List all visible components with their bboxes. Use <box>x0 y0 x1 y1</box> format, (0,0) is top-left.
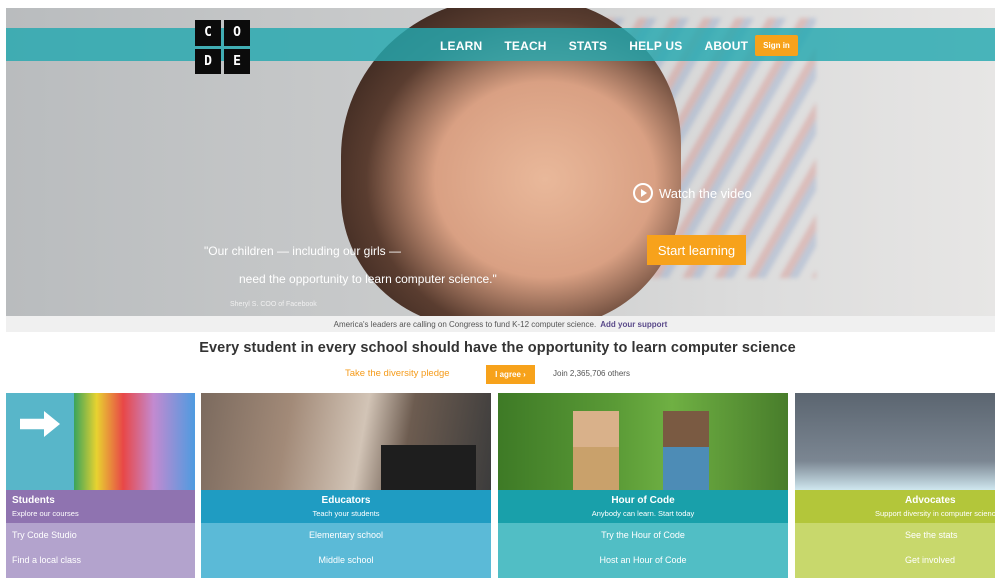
play-icon <box>633 183 653 203</box>
nav-teach[interactable]: TEACH <box>504 39 546 53</box>
watch-video-label: Watch the video <box>659 185 752 201</box>
tile-header[interactable]: Students Explore our courses <box>6 490 195 523</box>
tile-link[interactable]: Middle school <box>201 548 491 573</box>
hero-banner: C O D E LEARN TEACH STATS HELP US ABOUT … <box>6 8 995 316</box>
minecraft-character <box>573 411 619 490</box>
nav-about[interactable]: ABOUT <box>704 39 748 53</box>
hero-quote-line1: "Our children — including our girls — <box>204 244 402 258</box>
tile-educators: Educators Teach your students Elementary… <box>201 393 491 578</box>
tile-hour-of-code: Hour of Code Anybody can learn. Start to… <box>498 393 788 578</box>
tile-link[interactable]: See the stats <box>795 523 995 548</box>
logo-letter: O <box>224 20 250 46</box>
advocates-map-image[interactable] <box>795 393 995 490</box>
tile-link[interactable]: Elementary school <box>201 523 491 548</box>
tile-advocates: Advocates Support diversity in computer … <box>795 393 995 578</box>
logo-letter: C <box>195 20 221 46</box>
tile-header[interactable]: Hour of Code Anybody can learn. Start to… <box>498 490 788 523</box>
tile-title: Students <box>12 495 55 506</box>
tile-links: Elementary school Middle school <box>201 523 491 578</box>
main-nav: LEARN TEACH STATS HELP US ABOUT <box>440 29 748 62</box>
tile-link[interactable]: Get involved <box>795 548 995 573</box>
sign-in-button[interactable]: Sign in <box>755 35 798 56</box>
pledge-count: Join 2,365,706 others <box>553 369 630 378</box>
nav-stats[interactable]: STATS <box>569 39 608 53</box>
tile-link[interactable]: Try the Hour of Code <box>498 523 788 548</box>
add-support-link[interactable]: Add your support <box>600 320 667 329</box>
tile-header[interactable]: Advocates Support diversity in computer … <box>795 490 995 523</box>
nav-help-us[interactable]: HELP US <box>629 39 682 53</box>
diversity-pledge-link[interactable]: Take the diversity pledge <box>345 368 450 379</box>
hero-attribution: Sheryl S. COO of Facebook <box>230 301 317 308</box>
tile-subtitle: Teach your students <box>312 509 380 518</box>
announcement-text: America's leaders are calling on Congres… <box>333 319 597 329</box>
tile-links: Try the Hour of Code Host an Hour of Cod… <box>498 523 788 578</box>
watch-video-link[interactable]: Watch the video <box>633 183 752 203</box>
announcement-bar: America's leaders are calling on Congres… <box>6 316 995 332</box>
logo-letter: D <box>195 48 221 74</box>
tile-links: Try Code Studio Find a local class <box>6 523 195 578</box>
start-learning-button[interactable]: Start learning <box>647 235 746 265</box>
hour-of-code-image[interactable] <box>498 393 788 490</box>
educators-image[interactable] <box>201 393 491 495</box>
tile-title: Advocates <box>905 495 956 506</box>
nav-learn[interactable]: LEARN <box>440 39 482 53</box>
arrow-illustration <box>20 411 60 437</box>
tile-subtitle: Support diversity in computer science <box>875 509 995 518</box>
minecraft-character <box>663 411 709 490</box>
tile-links: See the stats Get involved <box>795 523 995 578</box>
hero-quote-line2: need the opportunity to learn computer s… <box>239 272 497 286</box>
tile-link[interactable]: Try Code Studio <box>6 523 195 548</box>
i-agree-button[interactable]: I agree › <box>486 365 535 384</box>
tile-header[interactable]: Educators Teach your students <box>201 490 491 523</box>
tile-subtitle: Explore our courses <box>12 509 79 518</box>
logo-letter: E <box>224 48 250 74</box>
tile-title: Hour of Code <box>611 495 675 506</box>
tile-link[interactable]: Host an Hour of Code <box>498 548 788 573</box>
pledge-row: Take the diversity pledge I agree › Join… <box>0 364 995 384</box>
code-logo[interactable]: C O D E <box>195 20 250 74</box>
tile-students: Students Explore our courses Try Code St… <box>6 393 195 578</box>
page-headline: Every student in every school should hav… <box>199 340 796 356</box>
monitor-illustration <box>381 445 476 495</box>
students-image[interactable] <box>6 393 195 490</box>
tile-subtitle: Anybody can learn. Start today <box>591 509 695 518</box>
tile-title: Educators <box>321 495 371 506</box>
tile-link[interactable]: Find a local class <box>6 548 195 573</box>
